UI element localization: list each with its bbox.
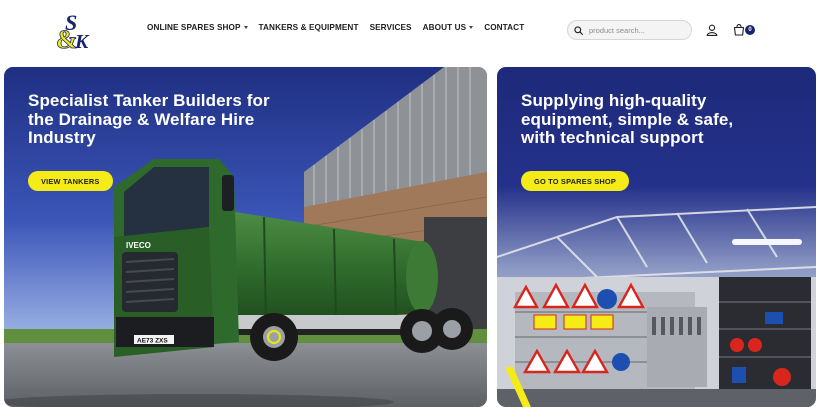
nav-label: TANKERS & EQUIPMENT	[258, 23, 359, 32]
site-logo[interactable]: S & K	[55, 8, 97, 52]
view-tankers-button[interactable]: VIEW TANKERS	[28, 171, 113, 191]
hero-card-tankers: IVECO AE73 ZXS Specialist Tanker Builder…	[4, 67, 487, 407]
nav-online-spares-shop[interactable]: ONLINE SPARES SHOP	[147, 23, 248, 32]
user-icon[interactable]	[706, 24, 718, 36]
cart-count-badge: 0	[745, 25, 755, 35]
main-nav: ONLINE SPARES SHOP TANKERS & EQUIPMENT S…	[147, 23, 535, 32]
search-box	[567, 20, 692, 40]
nav-label: CONTACT	[484, 23, 525, 32]
hero-right-title-text: Supplying high-quality equipment, simple…	[521, 91, 734, 147]
nav-label: ONLINE SPARES SHOP	[147, 23, 241, 32]
nav-contact[interactable]: CONTACT	[484, 23, 524, 32]
site-header: S & K ONLINE SPARES SHOP TANKERS & EQUIP…	[0, 0, 820, 62]
svg-text:K: K	[74, 31, 90, 52]
nav-tankers-equipment[interactable]: TANKERS & EQUIPMENT	[259, 23, 359, 32]
nav-label: ABOUT US	[422, 23, 467, 32]
caret-down-icon	[243, 26, 248, 29]
nav-label: SERVICES	[369, 23, 412, 32]
search-icon[interactable]	[574, 25, 583, 35]
nav-about-us[interactable]: ABOUT US	[423, 23, 474, 32]
cab-badge-text: IVECO	[126, 241, 151, 250]
hero-card-spares: Supplying high-quality equipment, simple…	[497, 67, 816, 407]
hero-right-title: Supplying high-quality equipment, simple…	[521, 91, 761, 148]
hero-left-title-text: Specialist Tanker Builders for the Drain…	[28, 91, 270, 147]
licence-plate: AE73 ZXS	[137, 338, 168, 345]
search-input[interactable]	[589, 25, 684, 35]
nav-services[interactable]: SERVICES	[370, 23, 412, 32]
cart-icon[interactable]	[733, 24, 745, 36]
go-to-spares-shop-button[interactable]: GO TO SPARES SHOP	[521, 171, 629, 191]
caret-down-icon	[469, 26, 474, 29]
hero-left-title: Specialist Tanker Builders for the Drain…	[28, 91, 288, 148]
